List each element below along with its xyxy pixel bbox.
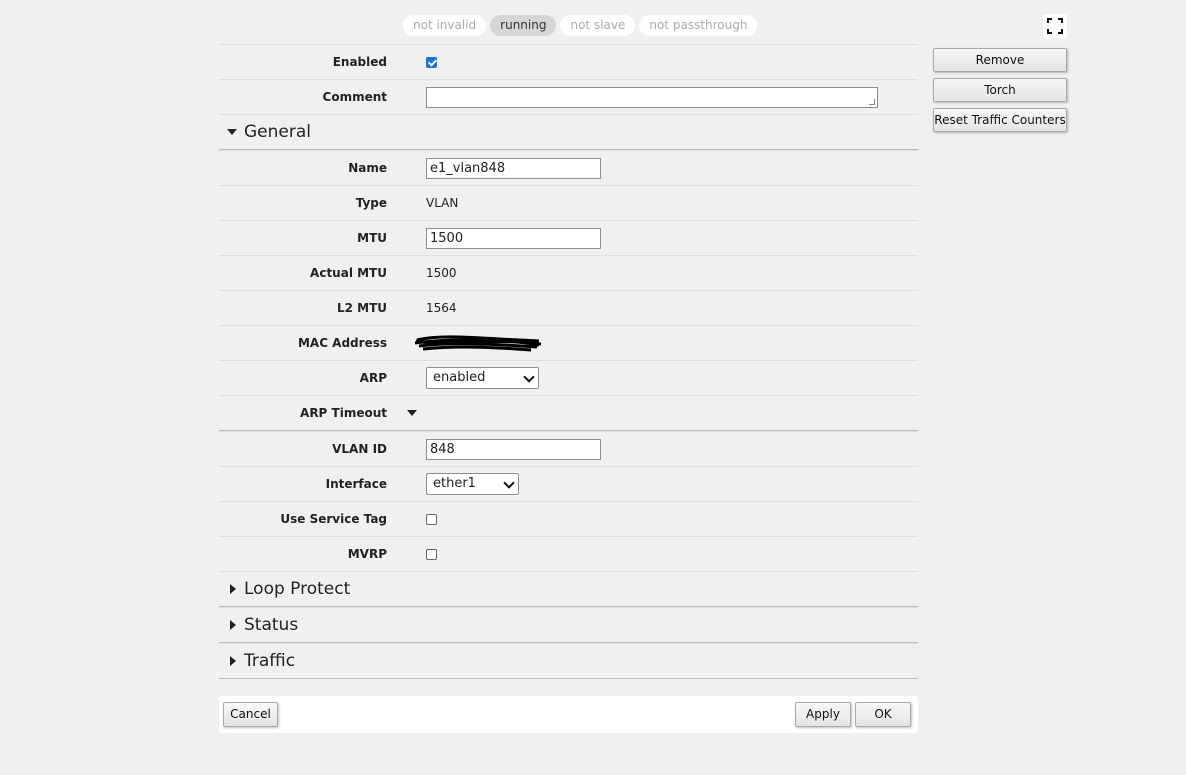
arp-timeout-row: ARP Timeout [219,395,918,431]
arp-select-value: enabled [433,370,486,385]
status-pill-not-invalid: not invalid [403,15,487,36]
use-service-tag-checkbox[interactable] [426,513,437,525]
actual-mtu-label: Actual MTU [310,266,387,280]
l2mtu-row: L2 MTU 1564 [219,290,918,325]
mvrp-label: MVRP [347,547,387,561]
remove-button[interactable]: Remove [933,48,1067,72]
mac-address-label: MAC Address [297,336,387,350]
section-general[interactable]: General [219,114,918,150]
cancel-button[interactable]: Cancel [223,702,278,727]
interface-row: Interface ether1 [219,466,918,501]
name-row: Name e1_vlan848 [219,150,918,185]
l2mtu-label: L2 MTU [336,301,387,315]
use-service-tag-label: Use Service Tag [280,512,387,526]
enabled-row: Enabled [219,44,918,79]
comment-label: Comment [322,90,387,104]
interface-select-value: ether1 [433,476,476,491]
mac-address-redaction [414,335,542,352]
vlan-id-row: VLAN ID 848 [219,431,918,466]
arp-row: ARP enabled [219,360,918,395]
status-pill-not-passthrough: not passthrough [639,15,758,36]
vlan-id-input[interactable]: 848 [426,438,601,460]
ok-button[interactable]: OK [855,702,911,727]
status-pills: not invalid running not slave not passth… [403,15,758,36]
collapse-triangle-icon [227,129,237,135]
section-status-title: Status [244,615,299,635]
mtu-row: MTU 1500 [219,220,918,255]
section-traffic[interactable]: Traffic [219,643,918,679]
expand-triangle-icon [230,620,236,630]
status-pill-running: running [490,15,557,36]
section-loop-protect[interactable]: Loop Protect [219,571,918,607]
comment-row: Comment [219,79,918,114]
chevron-down-icon [523,371,535,383]
expand-triangle-icon[interactable] [407,410,417,416]
section-general-title: General [244,122,311,142]
expand-triangle-icon [230,584,236,594]
mvrp-checkbox[interactable] [426,548,437,560]
torch-button[interactable]: Torch [933,78,1067,102]
name-input[interactable]: e1_vlan848 [426,157,601,179]
actual-mtu-value: 1500 [426,266,457,280]
side-button-panel: Remove Torch Reset Traffic Counters [933,48,1067,138]
arp-select[interactable]: enabled [426,367,539,389]
interface-label: Interface [325,477,387,491]
dialog-footer: Cancel Apply OK [219,696,918,733]
name-label: Name [348,161,387,175]
section-status[interactable]: Status [219,607,918,643]
type-label: Type [355,196,387,210]
use-service-tag-row: Use Service Tag [219,501,918,536]
arp-label: ARP [359,371,387,385]
comment-textarea[interactable] [426,86,878,108]
vlan-id-label: VLAN ID [332,442,387,456]
section-traffic-title: Traffic [244,651,296,671]
section-loop-protect-title: Loop Protect [244,579,351,599]
mtu-label: MTU [357,231,387,245]
mtu-input[interactable]: 1500 [426,227,601,249]
enabled-checkbox[interactable] [426,56,437,68]
interface-select[interactable]: ether1 [426,473,519,495]
enabled-label: Enabled [332,55,387,69]
mvrp-row: MVRP [219,536,918,571]
mac-address-row: MAC Address [219,325,918,360]
expand-triangle-icon [230,656,236,666]
chevron-down-icon [503,477,515,489]
status-pill-not-slave: not slave [560,15,636,36]
apply-button[interactable]: Apply [795,702,851,727]
type-row: Type VLAN [219,185,918,220]
interface-form: Enabled Comment General Name e1_vlan848 … [219,44,918,679]
fullscreen-icon[interactable] [1043,14,1067,38]
arp-timeout-label: ARP Timeout [300,406,387,420]
actual-mtu-row: Actual MTU 1500 [219,255,918,290]
l2mtu-value: 1564 [426,301,457,315]
reset-traffic-counters-button[interactable]: Reset Traffic Counters [933,108,1067,132]
type-value: VLAN [426,196,459,210]
